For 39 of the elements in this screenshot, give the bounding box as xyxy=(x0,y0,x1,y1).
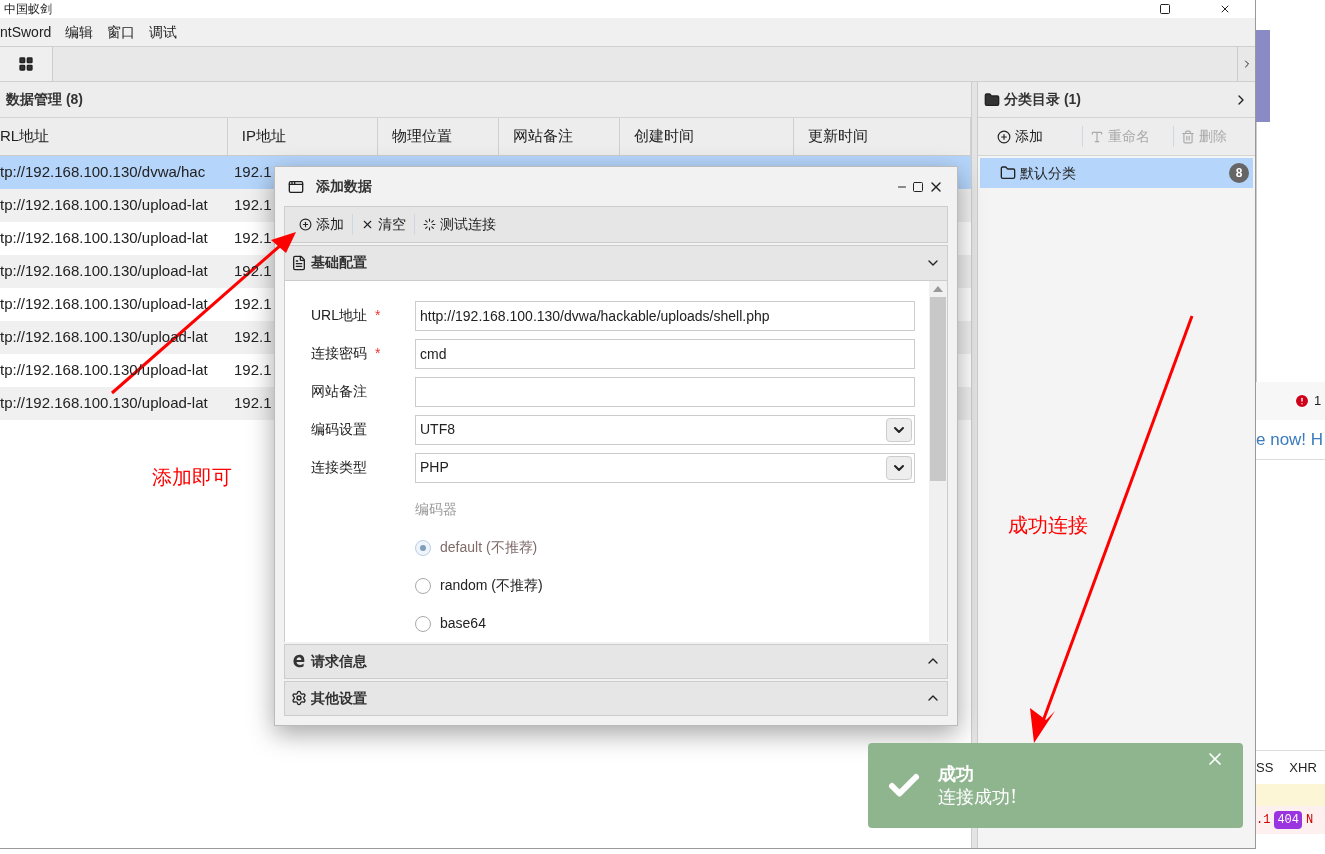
row-text: N xyxy=(1306,812,1314,829)
annotation-text: 添加即可 xyxy=(152,465,232,490)
table-cell-text: 192.1 xyxy=(234,195,272,216)
count-badge: 8 xyxy=(1229,163,1249,183)
table-cell-text: tp://192.168.100.130/upload-lat xyxy=(0,393,209,414)
toast-title: 成功 xyxy=(938,763,975,786)
field-label: 连接类型 xyxy=(311,458,368,477)
status-badge: 404 xyxy=(1274,811,1302,829)
section-title: 其他设置 xyxy=(311,688,368,708)
group-label: 编码器 xyxy=(415,500,458,519)
table-cell-text: 192.1 xyxy=(234,360,272,381)
toast-message: 连接成功! xyxy=(938,785,1019,808)
error-count: 1 xyxy=(1314,392,1322,411)
radio-label: base64 xyxy=(440,614,486,633)
field-label: 连接密码 * xyxy=(311,344,382,363)
category-label: 默认分类 xyxy=(1020,163,1077,183)
annotation-text: 成功连接 xyxy=(1008,513,1088,538)
table-cell-text: tp://192.168.100.130/upload-lat xyxy=(0,228,209,249)
radio-label: random (不推荐) xyxy=(440,576,543,595)
panel-title: 数据管理 (8) xyxy=(6,90,83,109)
field-label: 编码设置 xyxy=(311,420,368,439)
table-cell-text: 192.1 xyxy=(234,294,272,315)
table-cell-text: 192.1 xyxy=(234,162,272,183)
field-label: 网站备注 xyxy=(311,382,368,401)
table-cell-text: tp://192.168.100.130/upload-lat xyxy=(0,261,209,282)
table-cell-text: 192.1 xyxy=(234,393,272,414)
table-cell-text: 192.1 xyxy=(234,228,272,249)
row-text: .1 xyxy=(1256,812,1271,829)
table-cell-text: tp://192.168.100.130/upload-lat xyxy=(0,294,209,315)
table-cell-text: tp://192.168.100.130/upload-lat xyxy=(0,195,209,216)
window-title: 中国蚁剑 xyxy=(3,3,52,15)
section-title: 基础配置 xyxy=(311,253,368,273)
field-label: URL地址 * xyxy=(311,306,382,325)
dialog-title: 添加数据 xyxy=(316,177,372,197)
radio-label: default (不推荐) xyxy=(440,538,538,557)
section-title: 请求信息 xyxy=(311,651,368,671)
panel-title: 分类目录 (1) xyxy=(1004,90,1081,109)
table-cell-text: tp://192.168.100.130/dvwa/hac xyxy=(0,162,207,183)
table-cell-text: 192.1 xyxy=(234,327,272,348)
